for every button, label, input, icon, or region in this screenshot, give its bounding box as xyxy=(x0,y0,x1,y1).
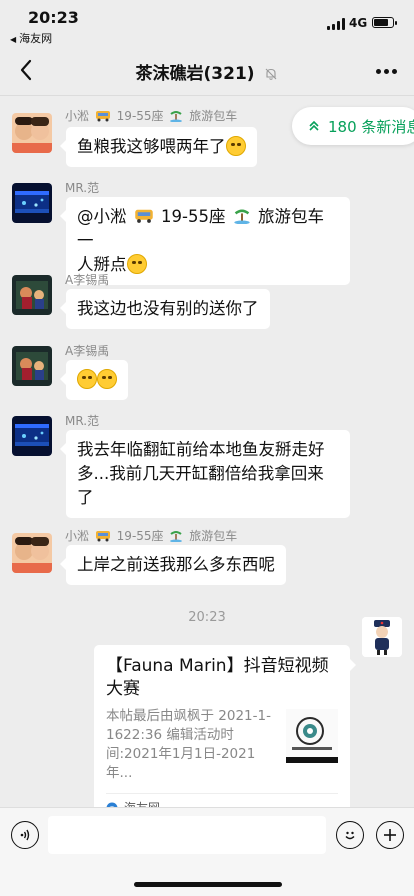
mention-text: @小淞 xyxy=(77,207,127,226)
sender-name: 小淞 19-55座 旅游包车 xyxy=(65,527,237,544)
bus-icon xyxy=(135,209,153,223)
plus-icon xyxy=(384,829,396,841)
back-triangle-icon: ◀ xyxy=(10,35,17,44)
message-text: 鱼粮我这够喂两年了 xyxy=(77,137,226,156)
sender-name: MR.范 xyxy=(65,414,100,428)
island-icon xyxy=(170,111,183,122)
island-icon xyxy=(170,531,183,542)
new-messages-label: 180 条新消息 xyxy=(328,117,414,136)
sender-name-text: 小淞 xyxy=(65,109,90,123)
link-card[interactable]: 【Fauna Marin】抖音短视频大赛 本帖最后由飒枫于 2021-1-162… xyxy=(94,645,356,821)
message-bubble[interactable]: 我这边也没有别的送你了 xyxy=(60,289,270,329)
plus-button[interactable] xyxy=(376,821,404,849)
sender-name: A李锡禹 xyxy=(65,273,110,287)
message-bubble[interactable]: 我去年临翻缸前给本地鱼友掰走好 多...我前几天开缸翻倍给我拿回来 了 xyxy=(60,430,350,518)
sender-name: 小淞 19-55座 旅游包车 xyxy=(65,107,237,124)
card-title: 【Fauna Marin】抖音短视频大赛 xyxy=(106,656,329,699)
message-text: 我这边也没有别的送你了 xyxy=(77,299,259,318)
avatar[interactable] xyxy=(12,275,52,315)
avatar[interactable] xyxy=(12,533,52,573)
chat-title: 茶沫礁岩(321) xyxy=(0,59,414,84)
voice-button[interactable] xyxy=(11,821,39,849)
more-button[interactable] xyxy=(372,57,400,85)
bus-icon xyxy=(95,111,110,122)
sender-suffix: 旅游包车 xyxy=(189,109,238,123)
chat-title-text: 茶沫礁岩(321) xyxy=(135,64,255,84)
status-bar: 20:23 ◀ 海友网 4G xyxy=(0,0,414,45)
avatar[interactable] xyxy=(12,416,52,456)
nav-bar: 茶沫礁岩(321) xyxy=(0,44,414,96)
message-text-line: 了 xyxy=(77,488,94,507)
bus-icon xyxy=(95,531,110,542)
new-messages-pill[interactable]: 180 条新消息 xyxy=(292,107,414,145)
more-dot xyxy=(375,68,381,74)
avatar[interactable] xyxy=(12,113,52,153)
status-time: 20:23 xyxy=(28,8,79,27)
sender-suffix: 旅游包车 xyxy=(189,529,238,543)
message-text-line: 我去年临翻缸前给本地鱼友掰走好 xyxy=(77,440,325,459)
emoji-button[interactable] xyxy=(336,821,364,849)
bell-mute-icon xyxy=(266,68,277,80)
sender-name: A李锡禹 xyxy=(65,344,110,358)
avatar[interactable] xyxy=(12,183,52,223)
dizzy-emoji-icon xyxy=(126,254,147,274)
more-dot xyxy=(383,68,389,74)
sender-suffix: 19-55座 xyxy=(116,109,164,123)
avatar[interactable] xyxy=(12,346,52,386)
time-separator: 20:23 xyxy=(188,610,226,625)
signal-icon xyxy=(327,18,345,30)
card-thumbnail xyxy=(286,709,338,763)
grin-emoji-icon xyxy=(225,136,246,156)
sender-name-text: 小淞 xyxy=(65,529,90,543)
message-bubble[interactable]: 鱼粮我这够喂两年了 xyxy=(60,127,257,167)
message-bubble[interactable] xyxy=(60,360,128,400)
home-indicator[interactable] xyxy=(134,882,282,887)
message-text-line: 多...我前几天开缸翻倍给我拿回来 xyxy=(77,464,324,483)
more-dot xyxy=(391,68,397,74)
message-text: 19-55座 xyxy=(161,207,226,226)
chat-area[interactable]: 小淞 19-55座 旅游包车 鱼粮我这够喂两年了 MR.范 @小淞 19-55座 xyxy=(0,97,414,821)
dizzy-emoji-icon xyxy=(77,369,97,389)
message-text: 上岸之前送我那么多东西呢 xyxy=(77,555,275,574)
dizzy-emoji-icon xyxy=(97,369,117,389)
card-description: 本帖最后由飒枫于 2021-1-1622:36 编辑活动时间:2021年1月1日… xyxy=(106,708,271,781)
double-chevron-up-icon xyxy=(309,120,319,131)
message-bubble[interactable]: 上岸之前送我那么多东西呢 xyxy=(60,545,286,585)
sender-name: MR.范 xyxy=(65,181,100,195)
message-input[interactable] xyxy=(48,816,326,854)
card-body: 本帖最后由飒枫于 2021-1-1622:36 编辑活动时间:2021年1月1日… xyxy=(106,707,338,783)
voice-icon xyxy=(20,829,30,841)
network-type: 4G xyxy=(349,16,368,30)
emoji-icon xyxy=(345,831,355,840)
sender-suffix: 19-55座 xyxy=(116,529,164,543)
island-icon xyxy=(233,209,250,224)
my-avatar[interactable] xyxy=(362,617,402,657)
battery-icon xyxy=(372,17,397,28)
